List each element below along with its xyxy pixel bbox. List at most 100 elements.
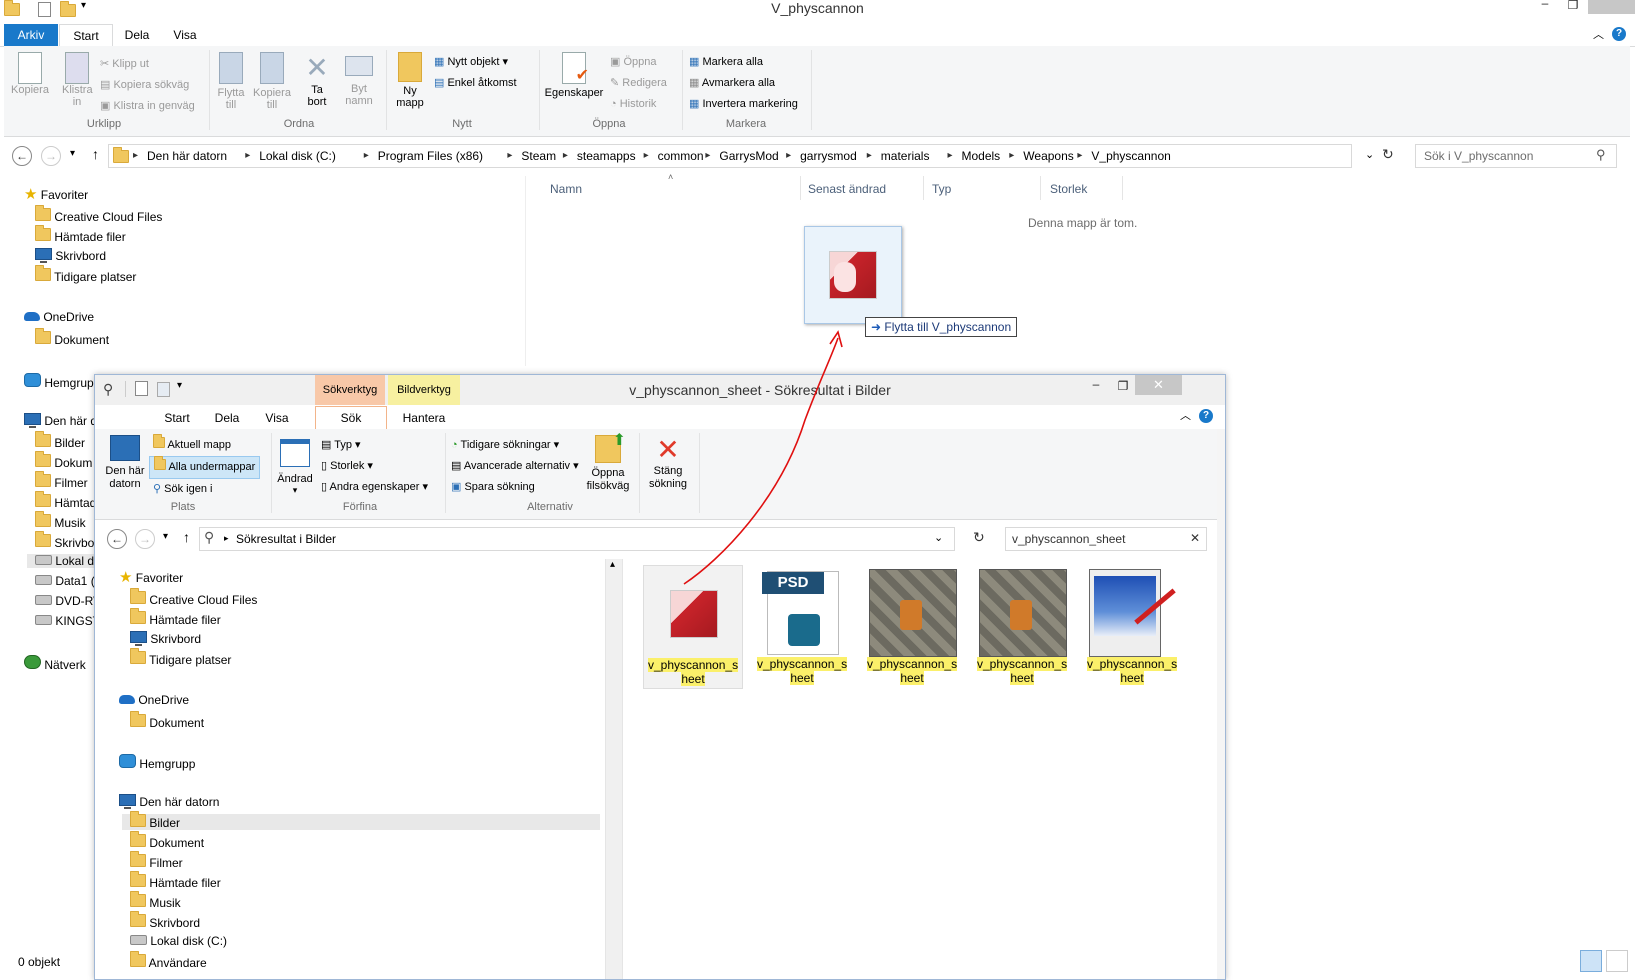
breadcrumb-item[interactable]: Weapons — [1023, 149, 1073, 163]
new-folder-icon[interactable] — [60, 1, 76, 20]
nav-item[interactable]: Hämtad — [35, 491, 96, 510]
rename-button[interactable]: Byt namn — [339, 52, 379, 107]
help-icon[interactable]: ? — [1199, 409, 1213, 423]
nav-item[interactable]: Filmer — [130, 851, 183, 870]
nav-item[interactable]: Användare — [130, 951, 207, 970]
refresh-icon[interactable]: ↻ — [1382, 146, 1394, 163]
select-none-button[interactable]: ▦ Avmarkera alla — [689, 73, 798, 94]
ribbon-collapse-icon[interactable]: ︿ — [1593, 26, 1604, 42]
breadcrumb-item[interactable]: Program Files (x86) — [378, 149, 483, 163]
tab-start[interactable]: Start — [59, 24, 113, 47]
minimize-button[interactable]: – — [1535, 0, 1555, 10]
open-button[interactable]: ▣ Öppna — [610, 52, 667, 73]
history-button[interactable]: ◔ Historik — [610, 94, 667, 115]
column-header-type[interactable]: Typ — [932, 182, 951, 196]
tab-dela[interactable]: Dela — [115, 24, 159, 46]
nav-item[interactable]: Creative Cloud Files — [35, 205, 162, 224]
current-folder-button[interactable]: Aktuell mapp — [149, 434, 260, 456]
recent-dropdown-icon[interactable]: ▾ — [70, 148, 75, 159]
front-maximize-button[interactable]: ❐ — [1113, 379, 1133, 393]
column-header-date[interactable]: Senast ändrad — [808, 182, 886, 196]
save-search-button[interactable]: ▣ Spara sökning — [451, 477, 579, 498]
other-properties-button[interactable]: ▯ Andra egenskaper ▾ — [321, 477, 428, 498]
scroll-up-icon[interactable]: ▴ — [610, 559, 615, 570]
nav-favorites[interactable]: ★ Favoriter — [119, 570, 183, 585]
breadcrumb-item[interactable]: materials — [881, 149, 930, 163]
file-tile[interactable]: v_physcannon_s heet — [973, 565, 1071, 687]
nav-item[interactable]: Skrivbo — [35, 531, 94, 550]
breadcrumb-item[interactable]: steamapps — [577, 149, 636, 163]
nav-homegroup[interactable]: Hemgrup — [24, 373, 94, 390]
nav-onedrive-dokument[interactable]: Dokument — [35, 328, 109, 347]
breadcrumb-item[interactable]: Models — [962, 149, 1001, 163]
front-search-box[interactable]: v_physcannon_sheet ✕ — [1005, 527, 1207, 551]
ribbon-collapse-icon[interactable]: ︿ — [1180, 407, 1191, 423]
tab-visa[interactable]: Visa — [163, 24, 207, 46]
breadcrumb-item[interactable]: V_physcannon — [1091, 149, 1170, 163]
refresh-icon[interactable]: ↻ — [973, 529, 985, 546]
breadcrumb-item[interactable]: Lokal disk (C:) — [259, 149, 336, 163]
nav-item[interactable]: Lokal disk (C:) — [130, 934, 227, 948]
tab-visa[interactable]: Visa — [255, 408, 299, 428]
nav-item[interactable]: Musik — [130, 891, 181, 910]
tab-sok[interactable]: Sök — [315, 406, 387, 430]
breadcrumb-item[interactable]: garrysmod — [800, 149, 857, 163]
breadcrumb-separator-icon[interactable]: ▸ — [133, 150, 138, 161]
nav-item[interactable]: Dokum — [35, 451, 92, 470]
close-search-button[interactable]: ✕ Stäng sökning — [643, 435, 693, 491]
advanced-options-button[interactable]: ▤ Avancerade alternativ ▾ — [451, 456, 579, 477]
invert-selection-button[interactable]: ▦ Invertera markering — [689, 94, 798, 115]
easy-access-button[interactable]: ▤ Enkel åtkomst — [434, 73, 517, 94]
breadcrumb-separator-icon[interactable]: ▸ — [563, 150, 568, 161]
front-search-value[interactable]: v_physcannon_sheet — [1012, 532, 1125, 546]
nav-homegroup[interactable]: Hemgrupp — [119, 754, 195, 771]
recent-searches-button[interactable]: ◔ Tidigare sökningar ▾ — [451, 435, 579, 456]
back-arrow-icon[interactable]: ← — [12, 146, 32, 166]
nav-item[interactable]: KINGST — [35, 614, 100, 628]
forward-arrow-icon[interactable]: → — [41, 146, 61, 166]
nav-item[interactable]: Musik — [35, 511, 86, 530]
search-icon[interactable]: ⚲ — [1596, 147, 1606, 163]
breadcrumb-item[interactable]: GarrysMod — [719, 149, 778, 163]
up-arrow-icon[interactable]: ↑ — [92, 146, 99, 162]
breadcrumb-separator-icon[interactable]: ▸ — [1077, 150, 1082, 161]
breadcrumb-item[interactable]: Den här datorn — [147, 149, 227, 163]
breadcrumb-separator-icon[interactable]: ▸ — [507, 150, 512, 161]
move-to-button[interactable]: Flytta till — [212, 52, 250, 111]
nav-item[interactable]: Data1 ( — [35, 574, 95, 588]
this-pc-button[interactable]: Den här datorn — [103, 435, 147, 491]
tab-start[interactable]: Start — [155, 408, 199, 428]
breadcrumb-separator-icon[interactable]: ▸ — [705, 150, 710, 161]
nav-item[interactable]: Hämtade filer — [130, 871, 221, 890]
address-dropdown-icon[interactable]: ⌄ — [934, 531, 943, 544]
breadcrumb-item[interactable]: Steam — [521, 149, 556, 163]
breadcrumb-separator-icon[interactable]: ▸ — [786, 150, 791, 161]
breadcrumb-separator-icon[interactable]: ▸ — [245, 150, 250, 161]
nav-onedrive[interactable]: OneDrive — [24, 310, 94, 324]
file-tile[interactable]: PSD v_physcannon_s heet — [753, 565, 851, 687]
all-subfolders-button[interactable]: Alla undermappar — [149, 456, 261, 479]
properties-button[interactable]: ✔ Egenskaper — [544, 52, 604, 99]
close-button[interactable] — [1588, 0, 1635, 14]
search-again-button[interactable]: ⚲ Sök igen i — [149, 479, 260, 500]
tab-arkiv[interactable]: Arkiv — [4, 24, 58, 46]
new-item-button[interactable]: ▦ Nytt objekt ▾ — [434, 52, 517, 73]
breadcrumb-separator-icon[interactable]: ▸ — [1009, 150, 1014, 161]
copy-path-button[interactable]: ▤ Kopiera sökväg — [100, 75, 195, 96]
large-icons-view-icon[interactable] — [1606, 950, 1628, 972]
properties-icon[interactable] — [38, 2, 51, 17]
date-modified-button[interactable]: Ändrad ▾ — [275, 435, 315, 496]
address-bar[interactable]: ▸ Den här datorn ▸ Lokal disk (C:) ▸ Program … — [108, 144, 1374, 168]
nav-item[interactable]: DVD-RV — [35, 594, 101, 608]
clear-search-icon[interactable]: ✕ — [1190, 531, 1200, 545]
properties-icon[interactable] — [135, 381, 148, 396]
search-box[interactable]: Sök i V_physcannon ⚲ — [1415, 144, 1617, 168]
forward-arrow-icon[interactable]: → — [135, 529, 155, 549]
nav-item[interactable]: Skrivbord — [35, 248, 106, 263]
front-address-bar[interactable]: ⚲ ▸ Sökresultat i Bilder ⌄ — [199, 527, 955, 551]
paste-shortcut-button[interactable]: ▣ Klistra in genväg — [100, 96, 195, 117]
breadcrumb-item[interactable]: common — [658, 149, 704, 163]
nav-scrollbar[interactable]: ▴ — [605, 559, 622, 979]
tab-dela[interactable]: Dela — [205, 408, 249, 428]
tab-hantera[interactable]: Hantera — [388, 408, 460, 428]
